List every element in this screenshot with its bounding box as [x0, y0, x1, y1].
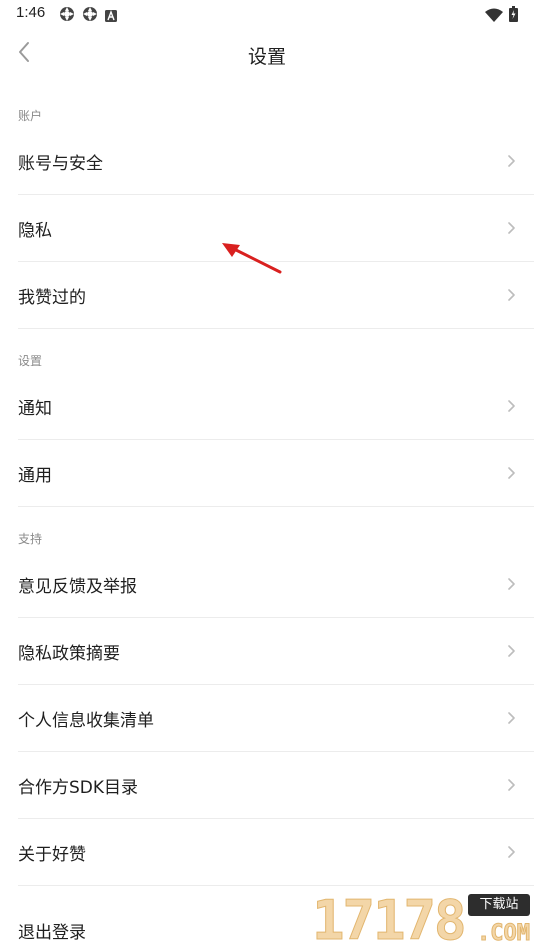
status-time: 1:46 [16, 4, 46, 21]
wifi-icon [485, 7, 503, 26]
settings-item-info-collection[interactable]: 个人信息收集清单 [18, 685, 534, 752]
chevron-right-icon [508, 155, 515, 167]
settings-item-sdk-list[interactable]: 合作方SDK目录 [18, 752, 534, 819]
settings-item-feedback[interactable]: 意见反馈及举报 [18, 551, 534, 618]
section-header-settings: 设置 [18, 354, 43, 368]
chevron-right-icon [508, 645, 515, 657]
settings-item-label: 合作方SDK目录 [18, 777, 139, 798]
status-bar: 1:46 [0, 0, 534, 30]
status-icons-right [485, 6, 518, 26]
settings-item-general[interactable]: 通用 [18, 440, 534, 507]
watermark-badge: 下载站 [468, 894, 530, 916]
battery-icon [509, 6, 518, 26]
header: 设置 [0, 30, 534, 80]
page-title: 设置 [247, 46, 286, 68]
watermark-digits: 17178 [312, 889, 468, 952]
settings-item-notifications[interactable]: 通知 [18, 373, 534, 440]
settings-item-label: 隐私政策摘要 [18, 643, 120, 664]
settings-item-privacy-summary[interactable]: 隐私政策摘要 [18, 618, 534, 685]
chevron-right-icon [508, 222, 515, 234]
settings-item-label: 我赞过的 [18, 287, 86, 308]
section-header-support: 支持 [18, 532, 43, 546]
settings-item-label: 意见反馈及举报 [18, 576, 137, 597]
logout-button[interactable]: 退出登录 [18, 918, 86, 943]
chevron-right-icon [508, 779, 515, 791]
status-icons-left [59, 6, 117, 26]
section-header-account: 账户 [18, 109, 43, 123]
settings-item-about[interactable]: 关于好赞 [18, 819, 534, 886]
settings-item-label: 账号与安全 [18, 153, 103, 174]
chevron-right-icon [508, 846, 515, 858]
settings-item-label: 个人信息收集清单 [18, 710, 154, 731]
watermark-logo: 17178 下载站 .COM [312, 888, 534, 950]
settings-item-label: 通知 [18, 398, 52, 419]
chevron-right-icon [508, 712, 515, 724]
notification-a-icon [105, 7, 117, 26]
settings-item-label: 隐私 [18, 220, 52, 241]
settings-item-label: 通用 [18, 465, 52, 486]
gear-icon [59, 6, 75, 26]
settings-list: 账户 账号与安全 隐私 我赞过的 设置 通知 通用 支持 意见反馈及举报 隐私政… [0, 104, 534, 886]
settings-item-account-security[interactable]: 账号与安全 [18, 128, 534, 195]
chevron-right-icon [508, 578, 515, 590]
chevron-right-icon [508, 289, 515, 301]
chevron-right-icon [508, 400, 515, 412]
annotation-arrow-icon [222, 243, 282, 274]
watermark-suffix: .COM [477, 921, 531, 947]
gear-icon [82, 6, 98, 26]
chevron-right-icon [508, 467, 515, 479]
settings-item-label: 关于好赞 [18, 844, 86, 865]
